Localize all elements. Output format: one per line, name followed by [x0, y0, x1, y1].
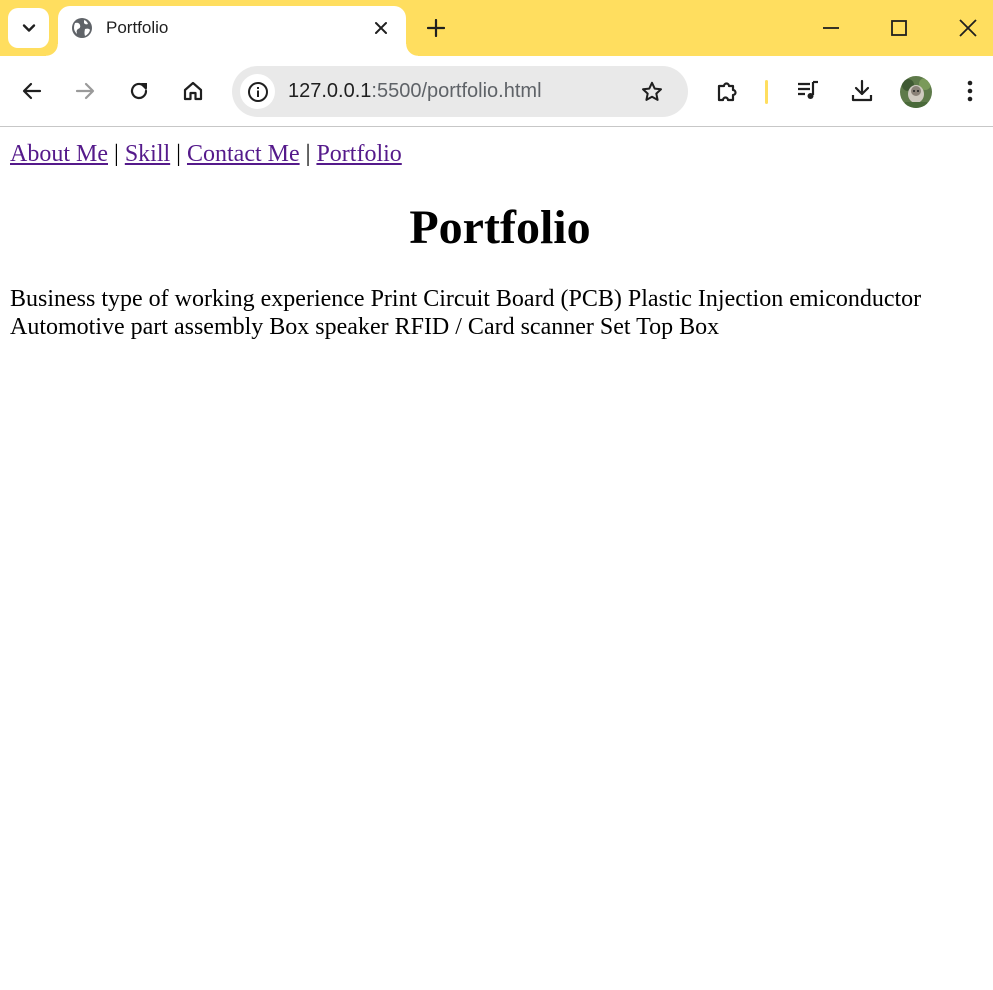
- reload-button[interactable]: [124, 76, 154, 106]
- chevron-down-icon: [22, 24, 35, 32]
- reload-icon: [130, 82, 148, 100]
- profile-avatar[interactable]: [900, 76, 932, 108]
- browser-tab[interactable]: Portfolio: [46, 6, 418, 58]
- new-tab-button[interactable]: [423, 15, 449, 41]
- url-text[interactable]: 127.0.0.1:5500/portfolio.html: [288, 79, 542, 103]
- globe-icon: [72, 18, 92, 38]
- tab-title: Portfolio: [106, 18, 169, 37]
- home-icon: [183, 81, 203, 101]
- minimize-icon: [823, 27, 839, 29]
- close-window-button[interactable]: [950, 10, 986, 46]
- nav-separator: |: [170, 141, 187, 167]
- site-info-button[interactable]: [240, 74, 275, 109]
- url-path: :5500/portfolio.html: [371, 80, 542, 102]
- url-host: 127.0.0.1: [288, 80, 372, 102]
- bookmark-button[interactable]: [637, 77, 667, 107]
- extensions-button[interactable]: [713, 76, 743, 106]
- star-icon: [642, 81, 662, 101]
- nav-separator: |: [299, 141, 317, 167]
- back-button[interactable]: [17, 76, 47, 106]
- portfolio-description: Business type of working experience Prin…: [10, 286, 922, 340]
- media-controls-button[interactable]: [793, 76, 823, 106]
- nav-link-contact[interactable]: Contact Me: [187, 141, 300, 167]
- toolbar-separator: [765, 80, 768, 104]
- nav-link-portfolio[interactable]: Portfolio: [316, 141, 401, 167]
- maximize-button[interactable]: [881, 10, 917, 46]
- close-icon: [959, 19, 977, 37]
- nav-link-about[interactable]: About Me: [10, 141, 108, 167]
- download-icon: [851, 79, 873, 102]
- tab-strip: Portfolio: [0, 0, 993, 58]
- playlist-icon: [798, 80, 818, 99]
- tab-close-button[interactable]: [370, 17, 392, 39]
- tab-search-button[interactable]: [8, 8, 49, 48]
- minimize-button[interactable]: [813, 10, 849, 46]
- close-icon: [375, 22, 387, 34]
- address-bar[interactable]: 127.0.0.1:5500/portfolio.html: [232, 66, 688, 117]
- page-content: About Me | Skill | Contact Me | Portfoli…: [0, 128, 993, 990]
- info-icon: [247, 81, 268, 102]
- nav-link-skill[interactable]: Skill: [125, 141, 170, 167]
- menu-button[interactable]: [955, 76, 985, 106]
- forward-button[interactable]: [70, 76, 100, 106]
- more-vertical-icon: [967, 80, 973, 102]
- arrow-left-icon: [22, 82, 42, 100]
- downloads-button[interactable]: [847, 76, 877, 106]
- avatar-photo-icon: [900, 76, 932, 108]
- home-button[interactable]: [178, 76, 208, 106]
- maximize-icon: [891, 20, 907, 36]
- page-title: Portfolio: [409, 201, 591, 254]
- site-nav: About Me | Skill | Contact Me | Portfoli…: [10, 140, 402, 168]
- plus-icon: [427, 19, 445, 37]
- arrow-right-icon: [75, 82, 95, 100]
- puzzle-icon: [717, 82, 737, 102]
- browser-toolbar: 127.0.0.1:5500/portfolio.html: [0, 56, 993, 127]
- nav-separator: |: [108, 141, 125, 167]
